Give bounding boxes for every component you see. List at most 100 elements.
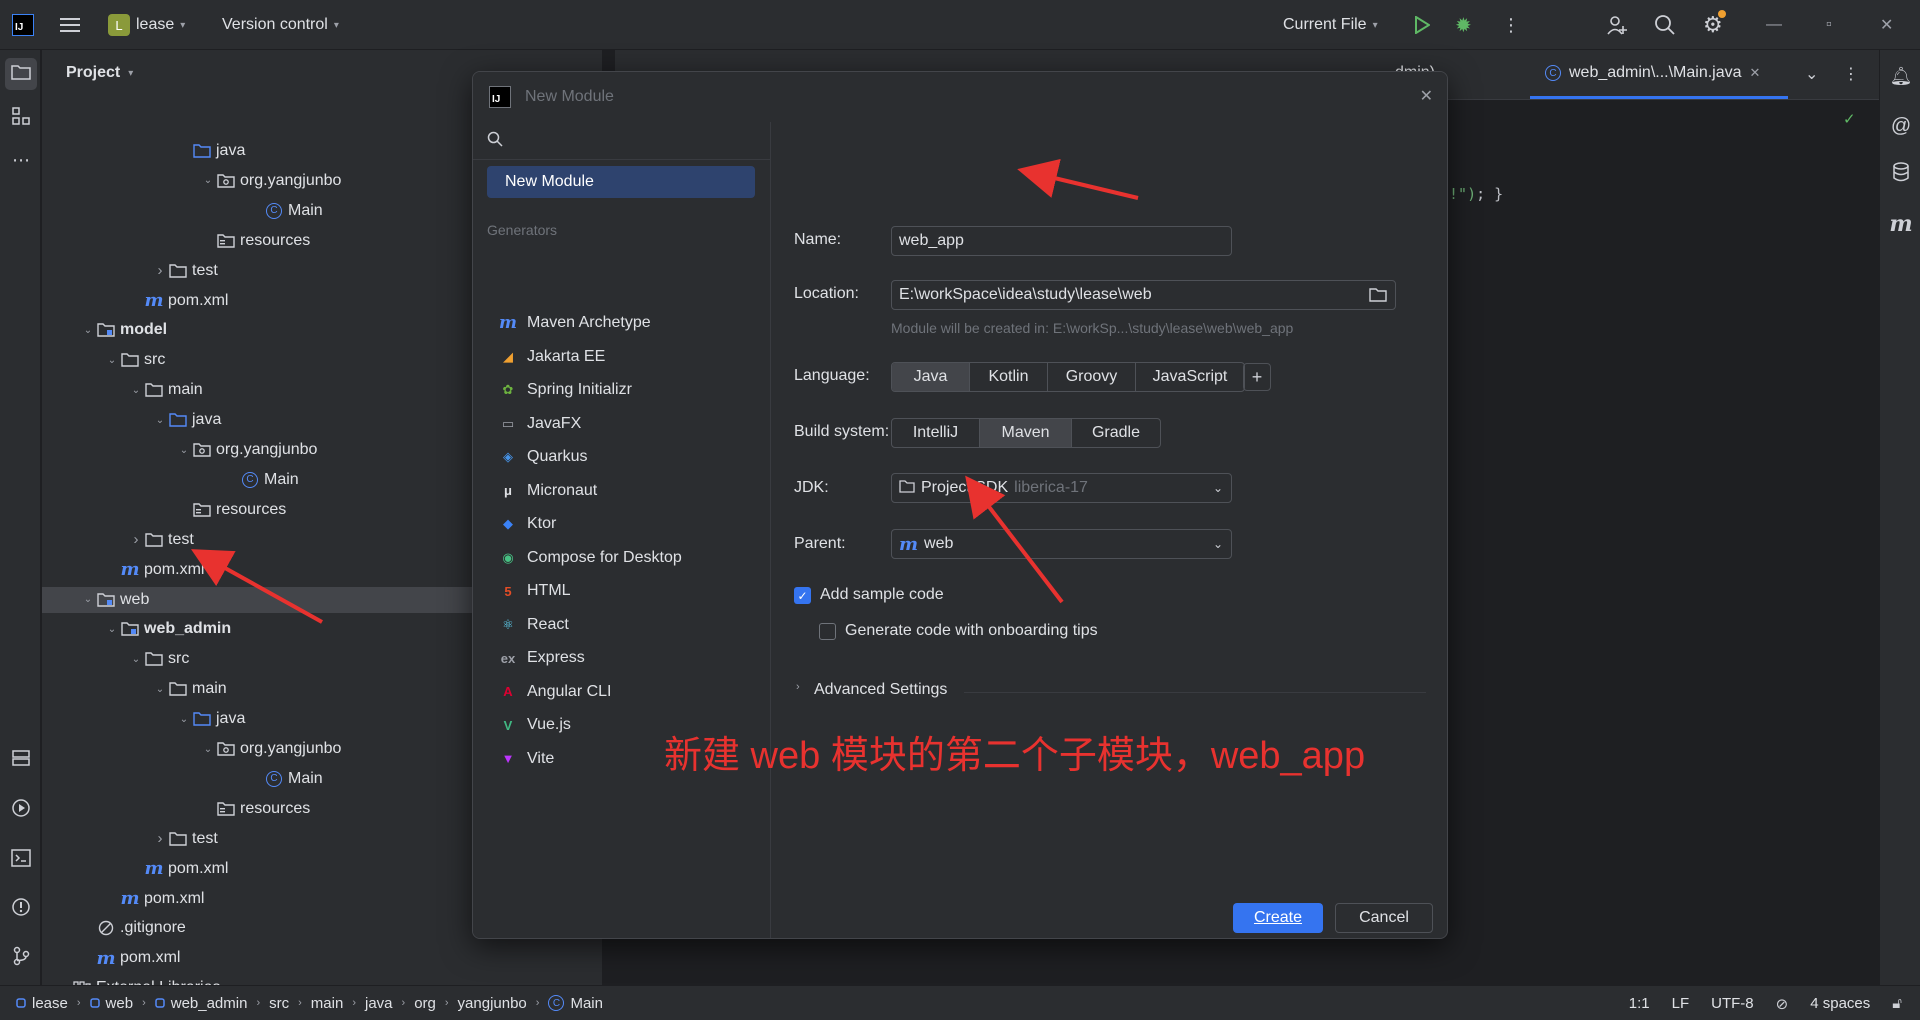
generator-item[interactable]: ◈ Quarkus (499, 444, 587, 470)
run-config-selector[interactable]: Current File ▾ (1283, 0, 1378, 50)
language-option-kotlin[interactable]: Kotlin (970, 363, 1048, 391)
onboarding-tips-label[interactable]: Generate code with onboarding tips (845, 622, 1098, 640)
chevron-down-icon[interactable]: ⌄ (104, 355, 120, 366)
add-sample-code-label[interactable]: Add sample code (820, 586, 944, 604)
chevron-right-icon[interactable]: › (152, 262, 168, 279)
lock-icon[interactable]: 🔓︎ (1892, 995, 1902, 1012)
add-user-button[interactable] (1606, 0, 1628, 50)
project-selector[interactable]: L lease ▾ (108, 0, 185, 50)
breadcrumb-item[interactable]: java (365, 995, 393, 1012)
project-tool-button[interactable] (5, 58, 37, 90)
services-tool-button[interactable] (5, 744, 37, 776)
generator-item[interactable]: μ Micronaut (499, 478, 597, 504)
language-option-groovy[interactable]: Groovy (1048, 363, 1136, 391)
close-tab-icon[interactable]: ✕ (1750, 65, 1761, 81)
readonly-toggle-icon[interactable]: ⊘ (1776, 995, 1789, 1013)
chevron-down-icon[interactable]: ⌄ (80, 594, 96, 605)
structure-tool-button[interactable] (5, 102, 37, 134)
generator-item[interactable]: A Angular CLI (499, 679, 611, 705)
line-separator[interactable]: LF (1672, 995, 1690, 1012)
breadcrumb-item[interactable]: main (311, 995, 344, 1012)
generator-item[interactable]: ◢ Jakarta EE (499, 344, 605, 370)
generator-item[interactable]: ex Express (499, 645, 585, 671)
breadcrumb-item[interactable]: web (89, 995, 133, 1012)
caret-position[interactable]: 1:1 (1629, 995, 1650, 1012)
generator-item[interactable]: ▭ JavaFX (499, 411, 581, 437)
chevron-down-icon[interactable]: ⌄ (200, 175, 216, 186)
location-field[interactable]: E:\workSpace\idea\study\lease\web (891, 280, 1396, 310)
tree-item[interactable]: m pom.xml (42, 945, 602, 971)
debug-button[interactable]: ✹ (1455, 0, 1472, 50)
jdk-dropdown[interactable]: Project SDK liberica-17 ⌄ (891, 473, 1232, 503)
chevron-down-icon[interactable]: ⌄ (80, 325, 96, 336)
tab-list-button[interactable]: ⌄ (1805, 64, 1818, 84)
breadcrumb-item[interactable]: web_admin (154, 995, 247, 1012)
build-system-option-gradle[interactable]: Gradle (1072, 419, 1160, 447)
run-button[interactable] (1414, 0, 1430, 50)
maximize-button[interactable]: ▫ (1826, 0, 1832, 50)
generator-item[interactable]: ⚛ React (499, 612, 569, 638)
project-panel-header[interactable]: Project ▾ (66, 64, 133, 82)
chevron-down-icon[interactable]: ⌄ (176, 445, 192, 456)
cancel-button[interactable]: Cancel (1335, 903, 1433, 933)
build-system-option-maven[interactable]: Maven (980, 419, 1072, 447)
chevron-right-icon[interactable]: › (128, 531, 144, 548)
minimize-button[interactable]: — (1766, 0, 1782, 50)
name-field[interactable]: web_app (891, 226, 1232, 256)
add-language-button[interactable]: + (1243, 363, 1271, 391)
database-tool-button[interactable] (1885, 158, 1917, 190)
version-control-menu[interactable]: Version control ▾ (222, 0, 339, 50)
run-tool-button[interactable] (5, 794, 37, 826)
generator-item[interactable]: m Maven Archetype (499, 310, 651, 336)
file-encoding[interactable]: UTF-8 (1711, 995, 1754, 1012)
language-option-java[interactable]: Java (892, 363, 970, 391)
more-actions-button[interactable]: ⋮ (1502, 0, 1520, 50)
chevron-right-icon[interactable]: › (152, 830, 168, 847)
generator-item[interactable]: ▼ Vite (499, 746, 555, 772)
generator-item[interactable]: V Vue.js (499, 712, 571, 738)
chevron-down-icon[interactable]: ⌄ (200, 744, 216, 755)
generator-item[interactable]: ✿ Spring Initializr (499, 377, 632, 403)
breadcrumb-item[interactable]: src (269, 995, 289, 1012)
editor-tab-active[interactable]: C web_admin\...\Main.java ✕ (1545, 64, 1760, 82)
chevron-right-icon[interactable]: › (796, 681, 800, 693)
new-module-item[interactable]: New Module (487, 166, 755, 198)
settings-button[interactable]: ⚙ (1703, 0, 1726, 50)
notifications-tool-button[interactable]: 🔔︎ (1885, 60, 1917, 92)
add-sample-code-checkbox[interactable]: ✓ (794, 587, 811, 604)
problems-tool-button[interactable] (5, 893, 37, 925)
generator-item[interactable]: 5 HTML (499, 578, 570, 604)
chevron-down-icon[interactable]: ⌄ (104, 624, 120, 635)
maven-tool-button[interactable]: m (1885, 208, 1917, 240)
generator-item[interactable]: ◆ Ktor (499, 511, 556, 537)
breadcrumb-item[interactable]: org (414, 995, 436, 1012)
chevron-down-icon[interactable]: ⌄ (128, 654, 144, 665)
app-logo[interactable]: IJ (12, 0, 34, 50)
breadcrumb-item[interactable]: lease (16, 995, 68, 1012)
dialog-close-button[interactable]: ✕ (1420, 86, 1433, 106)
advanced-settings-toggle[interactable]: Advanced Settings (814, 681, 947, 699)
create-button[interactable]: Create (1233, 903, 1323, 933)
breadcrumb-item[interactable]: C Main (548, 995, 603, 1012)
build-system-option-intellij[interactable]: IntelliJ (892, 419, 980, 447)
chevron-down-icon[interactable]: ⌄ (152, 415, 168, 426)
terminal-tool-button[interactable] (5, 844, 37, 876)
chevron-down-icon[interactable]: ⌄ (176, 714, 192, 725)
search-button[interactable] (1654, 0, 1676, 50)
more-tools-button[interactable]: ⋯ (5, 144, 37, 176)
language-option-javascript[interactable]: JavaScript (1136, 363, 1244, 391)
chevron-down-icon[interactable]: ⌄ (128, 385, 144, 396)
parent-dropdown[interactable]: m web ⌄ (891, 529, 1232, 559)
breadcrumb-item[interactable]: yangjunbo (458, 995, 527, 1012)
generator-search-field[interactable] (473, 122, 771, 160)
generator-item[interactable]: ◉ Compose for Desktop (499, 545, 681, 571)
browse-folder-icon[interactable] (1369, 287, 1387, 307)
onboarding-tips-checkbox[interactable] (819, 623, 836, 640)
indent-setting[interactable]: 4 spaces (1810, 995, 1870, 1012)
close-window-button[interactable]: ✕ (1880, 0, 1893, 50)
chevron-down-icon[interactable]: ⌄ (152, 684, 168, 695)
ai-assistant-tool-button[interactable]: @ (1885, 110, 1917, 142)
tab-more-button[interactable]: ⋮ (1843, 64, 1859, 84)
git-tool-button[interactable] (5, 942, 37, 974)
main-menu-button[interactable] (60, 0, 80, 50)
